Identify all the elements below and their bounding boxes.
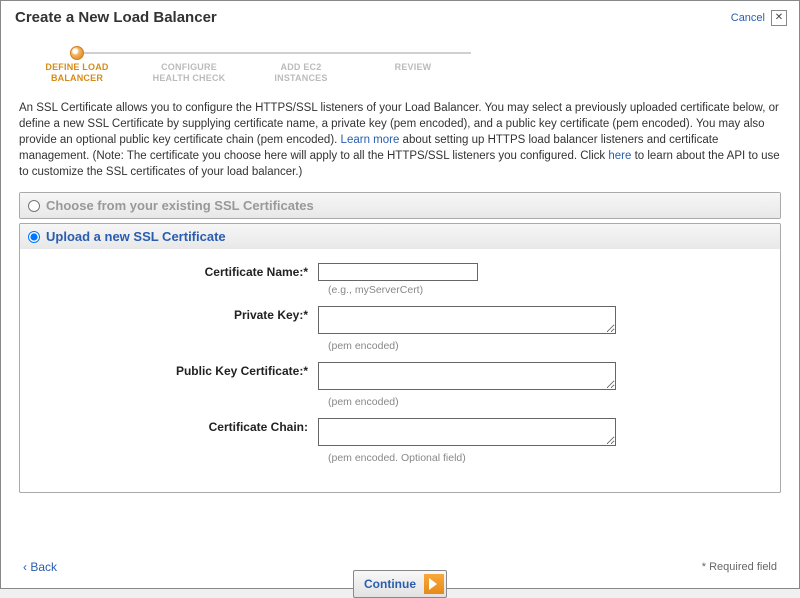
cert-chain-input[interactable]	[318, 418, 616, 446]
dialog-title: Create a New Load Balancer	[15, 9, 217, 26]
dialog-header: Create a New Load Balancer Cancel ✕	[1, 1, 799, 30]
cert-name-label: Certificate Name:*	[40, 263, 318, 279]
continue-arrow-icon	[424, 574, 444, 594]
private-key-hint: (pem encoded)	[328, 340, 760, 352]
public-cert-label: Public Key Certificate:*	[40, 362, 318, 378]
wizard-step-label: ADD EC2	[281, 62, 322, 72]
footer: Back * Required field Continue	[1, 560, 799, 574]
wizard-step-configure-health-check[interactable]: CONFIGURE HEALTH CHECK	[133, 46, 245, 84]
radio-existing-label: Choose from your existing SSL Certificat…	[46, 198, 314, 213]
wizard-step-label: BALANCER	[51, 73, 103, 83]
wizard-step-label: DEFINE LOAD	[45, 62, 108, 72]
api-here-link[interactable]: here	[608, 150, 631, 162]
cert-chain-hint: (pem encoded. Optional field)	[328, 452, 760, 464]
learn-more-link[interactable]: Learn more	[341, 134, 400, 146]
wizard-step-define-load-balancer[interactable]: DEFINE LOAD BALANCER	[21, 46, 133, 84]
back-link[interactable]: Back	[23, 560, 57, 574]
private-key-label: Private Key:*	[40, 306, 318, 322]
wizard-step-label: INSTANCES	[274, 73, 327, 83]
cert-name-hint: (e.g., myServerCert)	[328, 284, 760, 296]
dialog: Create a New Load Balancer Cancel ✕ DEFI…	[0, 0, 800, 589]
panel-existing-cert: Choose from your existing SSL Certificat…	[19, 192, 781, 219]
continue-button[interactable]: Continue	[353, 570, 447, 598]
panel-upload-cert: Upload a new SSL Certificate Certificate…	[19, 223, 781, 493]
close-icon[interactable]: ✕	[771, 10, 787, 26]
public-cert-input[interactable]	[318, 362, 616, 390]
cancel-link[interactable]: Cancel	[731, 12, 765, 24]
wizard-step-label: HEALTH CHECK	[153, 73, 226, 83]
wizard-step-add-ec2-instances[interactable]: ADD EC2 INSTANCES	[245, 46, 357, 84]
radio-upload-cert[interactable]	[28, 231, 40, 243]
radio-upload-label: Upload a new SSL Certificate	[46, 229, 226, 244]
wizard-steps: DEFINE LOAD BALANCER CONFIGURE HEALTH CH…	[21, 46, 779, 84]
wizard-step-label: CONFIGURE	[161, 62, 217, 72]
cert-chain-label: Certificate Chain:	[40, 418, 318, 434]
radio-existing-cert[interactable]	[28, 200, 40, 212]
required-field-note: * Required field	[702, 561, 777, 573]
wizard-step-marker	[70, 46, 84, 60]
cert-name-input[interactable]	[318, 263, 478, 281]
wizard-step-label: REVIEW	[395, 62, 432, 72]
description-text: An SSL Certificate allows you to configu…	[19, 100, 781, 180]
panel-header-upload[interactable]: Upload a new SSL Certificate	[20, 224, 780, 249]
public-cert-hint: (pem encoded)	[328, 396, 760, 408]
panel-header-existing[interactable]: Choose from your existing SSL Certificat…	[20, 193, 780, 218]
private-key-input[interactable]	[318, 306, 616, 334]
wizard-step-review[interactable]: REVIEW	[357, 46, 469, 84]
